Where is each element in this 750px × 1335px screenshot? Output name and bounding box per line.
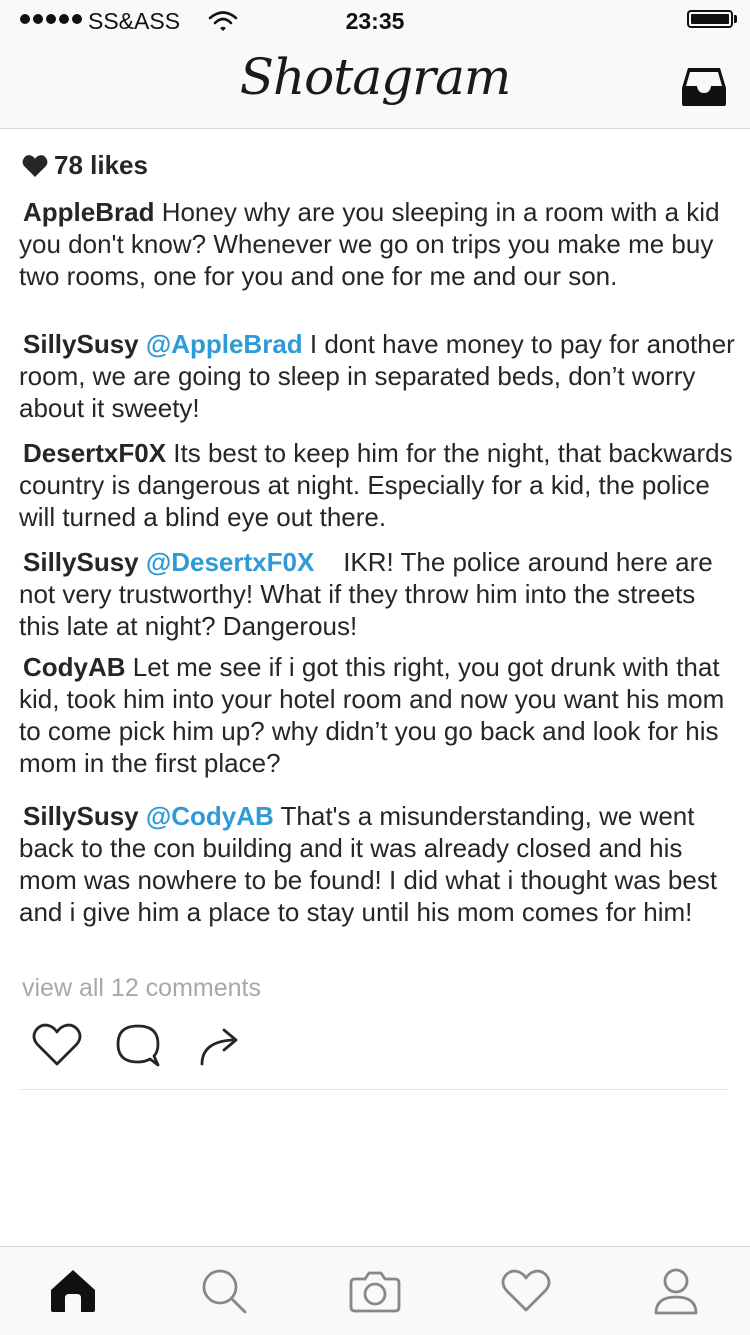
likes-row[interactable]: 78 likes (22, 150, 148, 181)
comment-username[interactable]: SillySusy (19, 801, 139, 831)
likes-heart-icon (22, 154, 48, 177)
comment-username[interactable]: AppleBrad (19, 197, 154, 227)
post-divider (20, 1089, 728, 1090)
inbox-tray-icon[interactable] (680, 66, 728, 108)
likes-count: 78 likes (54, 150, 148, 180)
comment: CodyAB Let me see if i got this right, y… (19, 651, 739, 779)
status-bar: SS&ASS 23:35 (0, 0, 750, 40)
tab-search[interactable] (196, 1265, 252, 1317)
comment: SillySusy @AppleBrad I dont have money t… (19, 328, 739, 424)
comment-username[interactable]: CodyAB (19, 652, 126, 682)
camera-icon (349, 1271, 401, 1313)
heart-icon[interactable] (32, 1022, 82, 1068)
comment: SillySusy @DesertxF0X IKR! The police ar… (19, 546, 739, 642)
comment-mention[interactable]: @DesertxF0X (146, 547, 314, 577)
comment-username[interactable]: SillySusy (19, 329, 139, 359)
app-logo: Shotagram (239, 48, 512, 106)
comment: DesertxF0X Its best to keep him for the … (19, 437, 739, 533)
status-time: 23:35 (345, 8, 405, 34)
battery-icon (687, 10, 733, 28)
view-all-comments-link[interactable]: view all 12 comments (22, 974, 261, 1003)
app-header: Shotagram (0, 40, 750, 129)
comment-mention[interactable]: @AppleBrad (146, 329, 303, 359)
search-icon (202, 1269, 247, 1314)
comment-bubble-icon[interactable] (114, 1022, 162, 1068)
home-icon (51, 1270, 95, 1312)
profile-icon (654, 1268, 698, 1315)
comment-username[interactable]: SillySusy (19, 547, 139, 577)
comment-text: Let me see if i got this right, you got … (19, 652, 725, 778)
comment-username[interactable]: DesertxF0X (19, 438, 166, 468)
tab-home[interactable] (45, 1265, 101, 1317)
share-arrow-icon[interactable] (196, 1022, 244, 1068)
battery-tip (734, 15, 737, 23)
tab-profile[interactable] (648, 1265, 704, 1317)
tab-activity[interactable] (498, 1265, 554, 1317)
comment: AppleBrad Honey why are you sleeping in … (19, 196, 739, 292)
tab-bar (0, 1246, 750, 1335)
tab-camera[interactable] (347, 1265, 403, 1317)
activity-heart-icon (501, 1269, 551, 1312)
comment: SillySusy @CodyAB That's a misunderstand… (19, 800, 739, 928)
comment-mention[interactable]: @CodyAB (146, 801, 274, 831)
